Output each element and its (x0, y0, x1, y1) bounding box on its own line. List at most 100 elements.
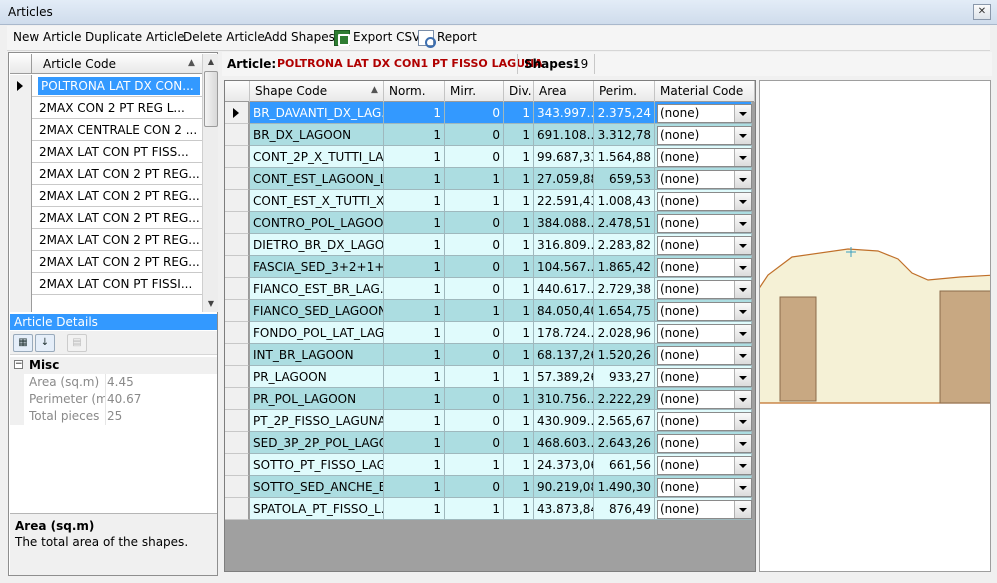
article-row[interactable]: 2MAX LAT CON 2 PT REG... (10, 207, 202, 229)
mirr-cell[interactable]: 0 (445, 322, 504, 344)
chevron-down-icon[interactable] (734, 347, 751, 364)
shape-row[interactable]: FIANCO_EST_BR_LAG...101440.617....2.729,… (225, 278, 752, 300)
perim-cell[interactable]: 2.283,82 (594, 234, 655, 256)
article-list[interactable]: Article Code ▲ POLTRONA LAT DX CON... 2M… (10, 54, 202, 312)
area-cell[interactable]: 22.591,43 (534, 190, 594, 212)
article-row[interactable] (10, 295, 202, 312)
area-cell[interactable]: 310.756.... (534, 388, 594, 410)
close-icon[interactable]: ✕ (973, 4, 991, 20)
shape-row[interactable]: FASCIA_SED_3+2+1+...101104.567....1.865,… (225, 256, 752, 278)
chevron-down-icon[interactable] (734, 369, 751, 386)
norm-cell[interactable]: 1 (384, 498, 445, 520)
shape-row[interactable]: CONT_EST_LAGOON_L... 1 1 1 27.059,88 659,53 (n… (225, 168, 752, 190)
norm-cell[interactable]: 1 (384, 300, 445, 322)
shape-code-cell[interactable]: PR_LAGOON (250, 366, 384, 388)
div-cell[interactable]: 1 (504, 146, 534, 168)
mirr-cell[interactable]: 0 (445, 256, 504, 278)
chevron-down-icon[interactable] (734, 457, 751, 474)
shape-code-cell[interactable]: FIANCO_EST_BR_LAG... (250, 278, 384, 300)
area-cell[interactable]: 430.909.... (534, 410, 594, 432)
mirr-cell[interactable]: 1 (445, 168, 504, 190)
material-code-dropdown[interactable]: (none) (657, 412, 752, 431)
shape-code-cell[interactable]: SOTTO_PT_FISSO_LAG... (250, 454, 384, 476)
article-row[interactable]: 2MAX LAT CON PT FISSI... (10, 273, 202, 295)
material-code-dropdown[interactable]: (none) (657, 148, 752, 167)
article-row[interactable]: 2MAX CON 2 PT REG L... (10, 97, 202, 119)
norm-cell[interactable]: 1 (384, 190, 445, 212)
perim-cell[interactable]: 1.520,26 (594, 344, 655, 366)
shape-code-cell[interactable]: BR_DX_LAGOON (250, 124, 384, 146)
div-column-header[interactable]: Div. (504, 81, 534, 102)
report-button[interactable]: Report (437, 30, 477, 44)
chevron-down-icon[interactable] (734, 435, 751, 452)
material-code-dropdown[interactable]: (none) (657, 126, 752, 145)
div-cell[interactable]: 1 (504, 212, 534, 234)
scroll-thumb[interactable] (204, 71, 218, 127)
area-cell[interactable]: 90.219,08 (534, 476, 594, 498)
chevron-down-icon[interactable] (734, 193, 751, 210)
alphabetical-sort-icon[interactable]: ↓ (35, 334, 55, 352)
mirr-cell[interactable]: 0 (445, 234, 504, 256)
material-code-dropdown[interactable]: (none) (657, 368, 752, 387)
perim-cell[interactable]: 933,27 (594, 366, 655, 388)
mirr-cell[interactable]: 0 (445, 146, 504, 168)
area-cell[interactable]: 84.050,40 (534, 300, 594, 322)
area-cell[interactable]: 440.617.... (534, 278, 594, 300)
shape-row[interactable]: CONTRO_POL_LAGOON101384.088....2.478,51(… (225, 212, 752, 234)
mirr-cell[interactable]: 0 (445, 102, 504, 124)
div-cell[interactable]: 1 (504, 388, 534, 410)
norm-cell[interactable]: 1 (384, 454, 445, 476)
norm-cell[interactable]: 1 (384, 366, 445, 388)
material-code-dropdown[interactable]: (none) (657, 280, 752, 299)
material-code-dropdown[interactable]: (none) (657, 236, 752, 255)
area-cell[interactable]: 384.088.... (534, 212, 594, 234)
shape-row[interactable]: CONT_2P_X_TUTTI_LA... 1 0 1 99.687,33 1.564,8… (225, 146, 752, 168)
shape-code-cell[interactable]: SPATOLA_PT_FISSO_L... (250, 498, 384, 520)
property-category-misc[interactable]: − Misc (10, 357, 217, 374)
perim-cell[interactable]: 1.865,42 (594, 256, 655, 278)
shape-code-cell[interactable]: SOTTO_SED_ANCHE_E... (250, 476, 384, 498)
export-csv-icon[interactable] (334, 30, 350, 46)
article-row[interactable]: 2MAX LAT CON 2 PT REG... (10, 229, 202, 251)
scroll-up-icon[interactable]: ▲ (203, 54, 219, 70)
material-code-dropdown[interactable]: (none) (657, 170, 752, 189)
material-code-dropdown[interactable]: (none) (657, 390, 752, 409)
shape-code-cell[interactable]: DIETRO_BR_DX_LAGOON (250, 234, 384, 256)
material-code-dropdown[interactable]: (none) (657, 302, 752, 321)
categorized-view-icon[interactable]: ▦ (13, 334, 33, 352)
chevron-down-icon[interactable] (734, 171, 751, 188)
norm-cell[interactable]: 1 (384, 410, 445, 432)
perim-cell[interactable]: 2.643,26 (594, 432, 655, 454)
shape-row[interactable]: PT_2P_FISSO_LAGUNA101430.909....2.565,67… (225, 410, 752, 432)
perim-cell[interactable]: 3.312,78 (594, 124, 655, 146)
article-list-scrollbar[interactable]: ▲ ▼ (202, 54, 218, 312)
shape-code-cell[interactable]: SED_3P_2P_POL_LAGO... (250, 432, 384, 454)
perim-cell[interactable]: 1.490,30 (594, 476, 655, 498)
area-cell[interactable]: 343.997.... (534, 102, 594, 124)
perim-cell[interactable]: 661,56 (594, 454, 655, 476)
shape-code-cell[interactable]: CONT_EST_LAGOON_L... (250, 168, 384, 190)
article-row[interactable]: 2MAX LAT CON 2 PT REG... (10, 251, 202, 273)
new-article-button[interactable]: New Article (13, 30, 81, 44)
mirr-cell[interactable]: 0 (445, 476, 504, 498)
shape-code-cell[interactable]: CONTRO_POL_LAGOON (250, 212, 384, 234)
area-cell[interactable]: 316.809.... (534, 234, 594, 256)
area-cell[interactable]: 68.137,26 (534, 344, 594, 366)
area-column-header[interactable]: Area (534, 81, 594, 102)
norm-cell[interactable]: 1 (384, 476, 445, 498)
mirr-cell[interactable]: 1 (445, 454, 504, 476)
material-code-dropdown[interactable]: (none) (657, 324, 752, 343)
mirr-cell[interactable]: 0 (445, 278, 504, 300)
chevron-down-icon[interactable] (734, 501, 751, 518)
shapes-grid[interactable]: Shape Code ▲ Norm. Mirr. Div. Area Perim… (224, 80, 756, 572)
shape-row-selected[interactable]: BR_DAVANTI_DX_LAG...101343.997....2.375,… (225, 102, 752, 124)
div-cell[interactable]: 1 (504, 256, 534, 278)
article-row[interactable]: 2MAX LAT CON PT FISS... (10, 141, 202, 163)
norm-cell[interactable]: 1 (384, 234, 445, 256)
shape-row[interactable]: SPATOLA_PT_FISSO_L... 1 1 1 43.873,84 876,49(… (225, 498, 752, 520)
chevron-down-icon[interactable] (734, 237, 751, 254)
shape-code-cell[interactable]: FONDO_POL_LAT_LAG... (250, 322, 384, 344)
article-row[interactable]: 2MAX CENTRALE CON 2 ... (10, 119, 202, 141)
div-cell[interactable]: 1 (504, 344, 534, 366)
div-cell[interactable]: 1 (504, 498, 534, 520)
